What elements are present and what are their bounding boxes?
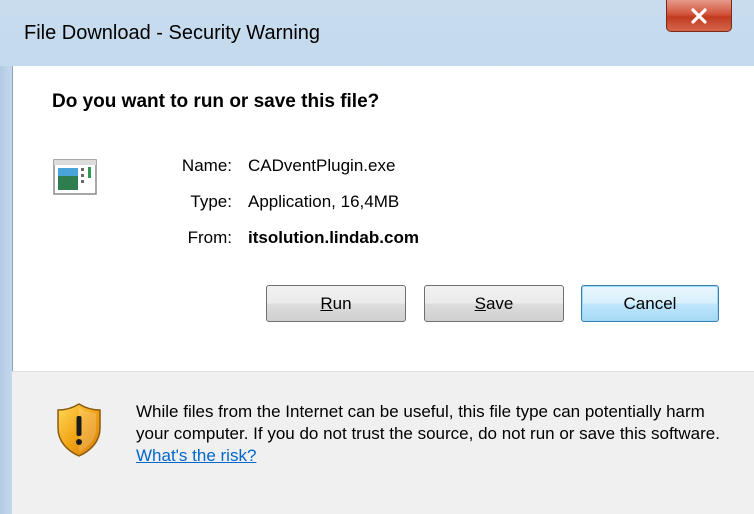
- close-icon: [691, 7, 707, 24]
- from-label: From:: [187, 228, 232, 247]
- window-frame-left: [0, 66, 12, 514]
- warning-text: While files from the Internet can be use…: [136, 402, 720, 443]
- name-value: CADventPlugin.exe: [248, 156, 396, 175]
- save-button[interactable]: Save: [424, 285, 564, 322]
- footer-divider: [12, 371, 754, 372]
- title-bar[interactable]: File Download - Security Warning: [0, 0, 754, 66]
- dialog-question: Do you want to run or save this file?: [52, 91, 380, 112]
- window-title: File Download - Security Warning: [24, 22, 321, 44]
- run-button[interactable]: Run: [266, 285, 406, 322]
- from-value: itsolution.lindab.com: [248, 228, 419, 247]
- security-warning-dialog: File Download - Security Warning Do you …: [0, 0, 754, 514]
- name-label: Name:: [181, 156, 232, 175]
- cancel-button[interactable]: Cancel: [581, 285, 719, 322]
- whats-the-risk-link[interactable]: What's the risk?: [136, 446, 256, 465]
- cancel-button-label: Cancel: [623, 293, 677, 313]
- security-shield-icon: [57, 403, 101, 457]
- save-button-label: Save: [474, 293, 514, 313]
- run-button-label: Run: [320, 293, 352, 313]
- close-button[interactable]: [666, 0, 732, 32]
- type-value: Application, 16,4MB: [248, 192, 400, 211]
- application-file-icon: [53, 159, 97, 195]
- type-label: Type:: [190, 192, 232, 211]
- warning-message: While files from the Internet can be use…: [136, 401, 736, 467]
